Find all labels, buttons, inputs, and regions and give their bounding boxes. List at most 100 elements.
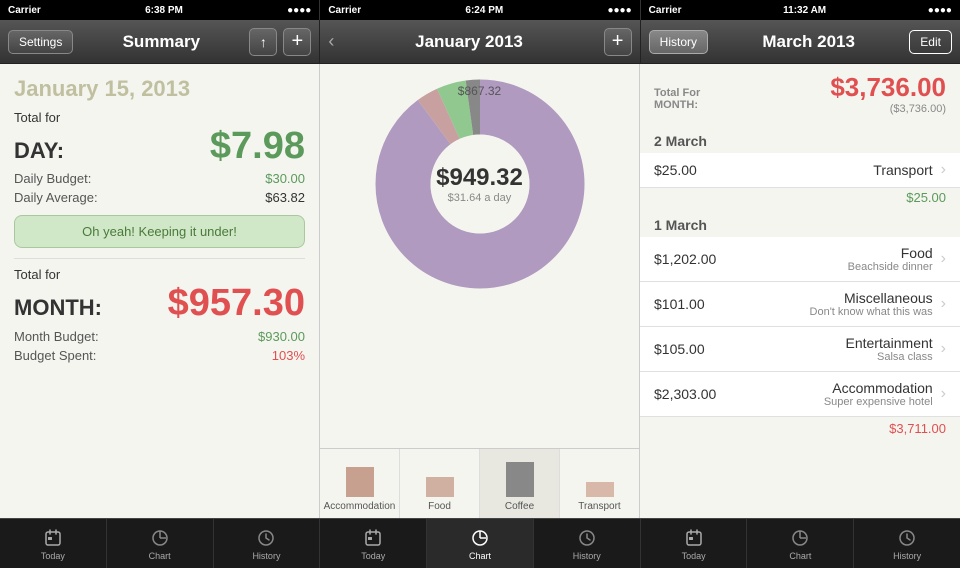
month-total-label-col: Total For MONTH: [654, 87, 700, 111]
cat-bar-food-container [402, 457, 477, 497]
cat-bar-accommodation [346, 467, 374, 497]
cat-transport[interactable]: Transport [560, 449, 639, 518]
history-header: Total For MONTH: $3,736.00 ($3,736.00) [640, 64, 960, 127]
history-button[interactable]: History [649, 30, 708, 54]
nav-right-summary: ↑ + [249, 28, 311, 56]
tab-chart-2[interactable]: Chart [427, 519, 534, 568]
tab-today-1[interactable]: Today [0, 519, 107, 568]
section2-subtotal: $3,711.00 [640, 417, 960, 444]
daily-average-row: Daily Average: $63.82 [14, 190, 305, 205]
tab-chart-3[interactable]: Chart [747, 519, 854, 568]
total-for-month-header: Total For [654, 87, 700, 99]
daily-budget-row: Daily Budget: $30.00 [14, 171, 305, 186]
item-desc-2: Food Beachside dinner [734, 245, 933, 273]
nav-left-history: History [649, 30, 708, 54]
item-cat-5: Accommodation [734, 380, 933, 396]
tab-chart-1[interactable]: Chart [107, 519, 214, 568]
total-for-month-label: Total for [14, 267, 305, 282]
list-item[interactable]: $105.00 Entertainment Salsa class › [640, 327, 960, 372]
cat-bar-coffee [506, 462, 534, 497]
tab-label-history-2: History [573, 551, 601, 561]
time-2: 6:24 PM [465, 5, 503, 16]
chevron-icon-3: › [941, 295, 946, 313]
edit-button[interactable]: Edit [909, 30, 952, 54]
today-icon-3 [683, 527, 705, 549]
callout-bubble: Oh yeah! Keeping it under! [14, 215, 305, 248]
tab-label-chart-3: Chart [789, 551, 811, 561]
tab-bar: Today Chart History Tod [0, 518, 960, 568]
donut-sub: $31.64 a day [436, 192, 523, 204]
cat-bar-food [426, 477, 454, 497]
cat-food[interactable]: Food [400, 449, 480, 518]
list-item[interactable]: $1,202.00 Food Beachside dinner › [640, 237, 960, 282]
tab-label-chart-1: Chart [149, 551, 171, 561]
divider [14, 258, 305, 259]
day-label: DAY: [14, 140, 64, 162]
item-cat-2: Food [734, 245, 933, 261]
tab-history-3[interactable]: History [854, 519, 960, 568]
nav-title-summary: Summary [123, 32, 200, 52]
daily-average-value: $63.82 [265, 190, 305, 205]
month-total-amount: $3,736.00 [830, 72, 946, 103]
item-sub-5: Super expensive hotel [734, 396, 933, 408]
settings-button[interactable]: Settings [8, 30, 73, 54]
month-total-row: Total For MONTH: $3,736.00 ($3,736.00) [654, 72, 946, 115]
add-button[interactable]: + [283, 28, 311, 56]
month-header: MONTH: [654, 99, 700, 111]
list-item[interactable]: $101.00 Miscellaneous Don't know what th… [640, 282, 960, 327]
month-budget-label: Month Budget: [14, 329, 99, 344]
chart-icon-3 [789, 527, 811, 549]
list-item[interactable]: $25.00 Transport › [640, 153, 960, 188]
battery-3: ●●●● [928, 5, 952, 16]
month-label: MONTH: [14, 295, 102, 321]
add-button-chart[interactable]: + [604, 28, 632, 56]
panel-history[interactable]: Total For MONTH: $3,736.00 ($3,736.00) 2… [640, 64, 960, 518]
cat-coffee[interactable]: Coffee [480, 449, 560, 518]
nav-left-summary: Settings [8, 30, 73, 54]
item-cat-4: Entertainment [734, 335, 933, 351]
donut-center-label: $949.32 $31.64 a day [436, 164, 523, 204]
daily-average-label: Daily Average: [14, 190, 98, 205]
month-total-sub: ($3,736.00) [830, 103, 946, 115]
tab-history-2[interactable]: History [534, 519, 641, 568]
daily-budget-value: $30.00 [265, 171, 305, 186]
history-icon-3 [896, 527, 918, 549]
list-item[interactable]: $2,303.00 Accommodation Super expensive … [640, 372, 960, 417]
cat-accommodation[interactable]: Accommodation [320, 449, 400, 518]
chart-categories: Accommodation Food Coffee Transport [320, 448, 639, 518]
donut-amount: $949.32 [436, 164, 523, 192]
item-amount-5: $2,303.00 [654, 386, 734, 402]
cat-bar-transport-container [562, 457, 637, 497]
item-sub-4: Salsa class [734, 351, 933, 363]
tab-today-3[interactable]: Today [641, 519, 748, 568]
day-section: Total for DAY: $7.98 Daily Budget: $30.0… [14, 110, 305, 205]
daily-budget-label: Daily Budget: [14, 171, 91, 186]
prev-arrow[interactable]: ‹ [328, 31, 334, 52]
section1-subtotal: $25.00 [640, 188, 960, 211]
chevron-icon-1: › [941, 161, 946, 179]
nav-right-chart: + [604, 28, 632, 56]
history-icon-2 [576, 527, 598, 549]
section-date-1: 1 March [640, 211, 960, 237]
chart-icon-2 [469, 527, 491, 549]
tab-today-2[interactable]: Today [320, 519, 427, 568]
tab-label-today-1: Today [41, 551, 65, 561]
share-button[interactable]: ↑ [249, 28, 277, 56]
chart-icon-1 [149, 527, 171, 549]
cat-transport-label: Transport [562, 501, 637, 512]
item-desc-5: Accommodation Super expensive hotel [734, 380, 933, 408]
chevron-icon-4: › [941, 340, 946, 358]
item-desc-4: Entertainment Salsa class [734, 335, 933, 363]
history-icon-1 [255, 527, 277, 549]
battery-2: ●●●● [607, 5, 631, 16]
nav-title-history: March 2013 [762, 32, 855, 52]
total-for-day-label: Total for [14, 110, 305, 126]
cat-coffee-label: Coffee [482, 501, 557, 512]
donut-top-label: $867.32 [458, 84, 501, 98]
chevron-icon-2: › [941, 250, 946, 268]
tab-history-1[interactable]: History [214, 519, 321, 568]
nav-bars: Settings Summary ↑ + ‹ January 2013 + Hi… [0, 20, 960, 64]
date-heading: January 15, 2013 [14, 76, 305, 102]
battery-1: ●●●● [287, 5, 311, 16]
nav-left-chart: ‹ [328, 31, 334, 52]
